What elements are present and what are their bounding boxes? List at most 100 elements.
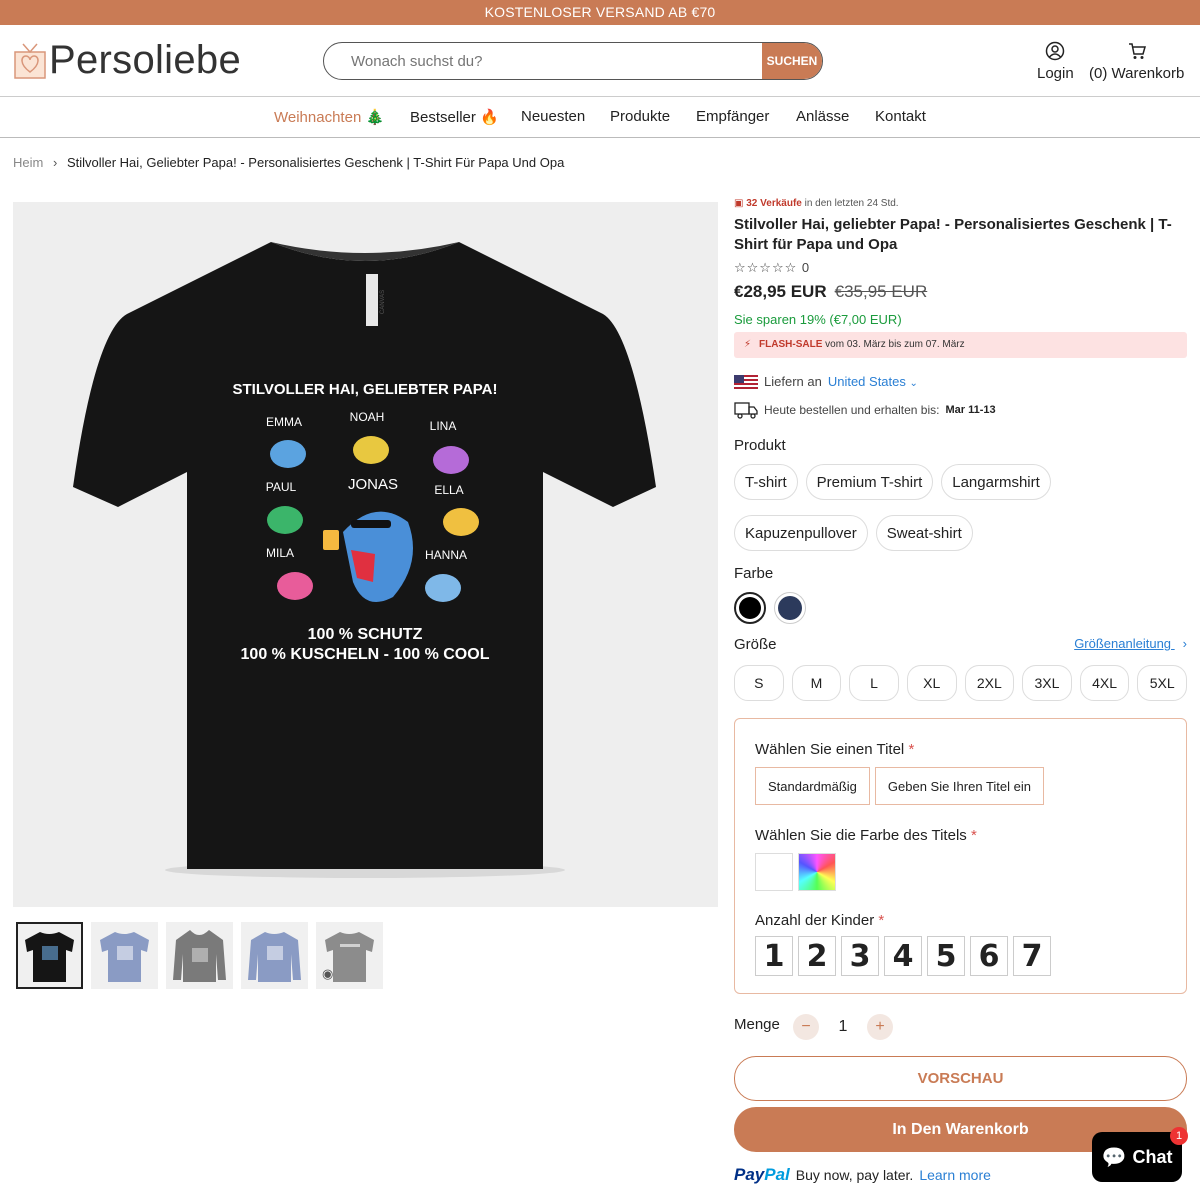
- ship-country-selector[interactable]: United States ⌄: [828, 374, 918, 389]
- ship-label: Liefern an: [764, 374, 822, 389]
- nav-item-produkte[interactable]: Produkte: [610, 108, 670, 125]
- site-header: Persoliebe SUCHEN Login (0) Warenkorb: [0, 25, 1200, 97]
- swatch-black[interactable]: [734, 592, 766, 624]
- kids-option-4[interactable]: 4: [884, 936, 922, 976]
- swatch-navy[interactable]: [774, 592, 806, 624]
- shirt-line-2: 100 % KUSCHELN - 100 % COOL: [241, 646, 490, 663]
- brand-name: Persoliebe: [49, 37, 242, 82]
- logo[interactable]: Persoliebe: [13, 38, 241, 82]
- delivery-estimate: Heute bestellen und erhalten bis: Mar 11…: [734, 401, 1187, 419]
- cart-button[interactable]: (0) Warenkorb: [1089, 41, 1184, 82]
- shirt-name-7: MILA: [266, 546, 294, 560]
- shirt-line-1: 100 % SCHUTZ: [308, 626, 423, 643]
- cart-icon: [1128, 43, 1146, 59]
- shirt-name-2: NOAH: [350, 410, 385, 424]
- option-sweatshirt[interactable]: Sweat-shirt: [875, 515, 973, 551]
- option-premium-tshirt[interactable]: Premium T-shirt: [805, 464, 934, 500]
- thumbnail-grey-tshirt-back[interactable]: ◉: [316, 922, 383, 989]
- kids-option-3[interactable]: 3: [841, 936, 879, 976]
- lightning-icon: ⚡: [744, 339, 752, 350]
- search-input[interactable]: [324, 43, 762, 79]
- size-5xl[interactable]: 5XL: [1137, 665, 1187, 701]
- kids-option-5[interactable]: 5: [927, 936, 965, 976]
- nav-item-neuesten[interactable]: Neuesten: [521, 108, 585, 125]
- option-longsleeve[interactable]: Langarmshirt: [941, 464, 1051, 500]
- title-choice-options: Standardmäßig Geben Sie Ihren Titel ein: [755, 767, 1166, 805]
- size-s[interactable]: S: [734, 665, 784, 701]
- size-3xl[interactable]: 3XL: [1022, 665, 1072, 701]
- size-header: Größe Größenanleitung ›: [734, 636, 1187, 654]
- nav-item-weihnachten[interactable]: Weihnachten 🎄: [274, 108, 384, 126]
- login-button[interactable]: Login: [1037, 41, 1074, 82]
- size-m[interactable]: M: [791, 665, 842, 701]
- rating[interactable]: ☆☆☆☆☆ 0: [734, 260, 1187, 276]
- ship-to: Liefern an United States ⌄: [734, 374, 1187, 389]
- shopping-bag-icon: ▣: [734, 198, 744, 209]
- option-tshirt[interactable]: T-shirt: [734, 464, 798, 500]
- login-label: Login: [1037, 65, 1074, 82]
- size-label: Größe: [734, 636, 777, 653]
- thumbnail-grey-hoodie[interactable]: [166, 922, 233, 989]
- announcement-bar: KOSTENLOSER VERSAND AB €70: [0, 0, 1200, 25]
- kids-option-2[interactable]: 2: [798, 936, 836, 976]
- paypal-logo: PayPal: [734, 1165, 790, 1184]
- kids-option-7[interactable]: 7: [1013, 936, 1051, 976]
- quantity-increase-button[interactable]: +: [867, 1014, 893, 1040]
- title-color-options: [755, 853, 1166, 891]
- sales-indicator: ▣ 32 Verkäufe in den letzten 24 Std.: [734, 198, 1187, 209]
- shirt-name-3: LINA: [430, 419, 457, 433]
- nav-item-anlaesse[interactable]: Anlässe: [796, 108, 849, 125]
- sale-price: €28,95 EUR: [734, 282, 827, 301]
- us-flag-icon: [734, 374, 758, 389]
- search-button[interactable]: SUCHEN: [762, 43, 822, 79]
- delivery-date: Mar 11-13: [945, 404, 996, 416]
- size-l[interactable]: L: [849, 665, 899, 701]
- option-hoodie[interactable]: Kapuzenpullover: [734, 515, 868, 551]
- shirt-headline: STILVOLLER HAI, GELIEBTER PAPA!: [232, 381, 497, 398]
- size-2xl[interactable]: 2XL: [964, 665, 1015, 701]
- product-image[interactable]: CANVAS STILVOLLER HAI, GELIEBTER PAPA! E…: [13, 202, 718, 907]
- thumbnail-list: ◉: [16, 922, 383, 989]
- kids-option-1[interactable]: 1: [755, 936, 793, 976]
- breadcrumb-home[interactable]: Heim: [13, 155, 43, 170]
- chevron-down-icon: ⌄: [909, 378, 918, 389]
- sold-count: 32 Verkäufe: [746, 198, 802, 209]
- title-option-custom[interactable]: Geben Sie Ihren Titel ein: [874, 767, 1044, 805]
- truck-icon: [734, 402, 758, 419]
- product-title: Stilvoller Hai, geliebter Papa! - Person…: [734, 216, 1172, 253]
- size-4xl[interactable]: 4XL: [1079, 665, 1130, 701]
- paypal-paylater: PayPal Buy now, pay later. Learn more: [734, 1165, 991, 1185]
- quantity-value[interactable]: 1: [819, 1018, 867, 1036]
- chat-button[interactable]: 💬 Chat: [1092, 1132, 1182, 1182]
- paypal-learn-more-link[interactable]: Learn more: [919, 1167, 991, 1183]
- thumbnail-blue-tshirt[interactable]: [91, 922, 158, 989]
- savings-text: Sie sparen 19% (€7,00 EUR): [734, 312, 902, 327]
- nav-item-kontakt[interactable]: Kontakt: [875, 108, 926, 125]
- thumbnail-blue-sweatshirt[interactable]: [241, 922, 308, 989]
- user-icon: [1046, 41, 1065, 61]
- nav-item-empfaenger[interactable]: Empfänger: [696, 108, 769, 125]
- product-option-label: Produkt: [734, 437, 786, 454]
- thumbnail-black-tshirt[interactable]: [16, 922, 83, 989]
- kids-option-6[interactable]: 6: [970, 936, 1008, 976]
- eye-icon: ◉: [322, 966, 334, 981]
- title-color-multicolor[interactable]: [798, 853, 836, 891]
- chat-label: Chat: [1132, 1146, 1173, 1167]
- size-guide-link[interactable]: Größenanleitung ›: [1074, 636, 1187, 651]
- sold-suffix: in den letzten 24 Std.: [801, 198, 899, 209]
- title-option-default[interactable]: Standardmäßig: [755, 767, 870, 805]
- tshirt-illustration: CANVAS STILVOLLER HAI, GELIEBTER PAPA! E…: [73, 242, 656, 878]
- nav-item-bestseller[interactable]: Bestseller 🔥: [410, 108, 499, 126]
- size-xl[interactable]: XL: [906, 665, 957, 701]
- ship-country: United States: [827, 374, 906, 389]
- flash-label: FLASH-SALE: [759, 339, 823, 350]
- star-icons: ☆☆☆☆☆: [734, 260, 798, 275]
- flash-sale-banner: ⚡ FLASH-SALE vom 03. März bis zum 07. Mär…: [734, 332, 1187, 358]
- tshirt-tag-text: CANVAS: [380, 290, 386, 314]
- preview-button[interactable]: VORSCHAU: [734, 1056, 1187, 1101]
- rating-count: 0: [801, 260, 811, 275]
- quantity-decrease-button[interactable]: −: [793, 1014, 819, 1040]
- search-bar: SUCHEN: [323, 42, 823, 80]
- title-color-white[interactable]: [755, 853, 793, 891]
- personalization-panel: Wählen Sie einen Titel * Standardmäßig G…: [734, 718, 1187, 994]
